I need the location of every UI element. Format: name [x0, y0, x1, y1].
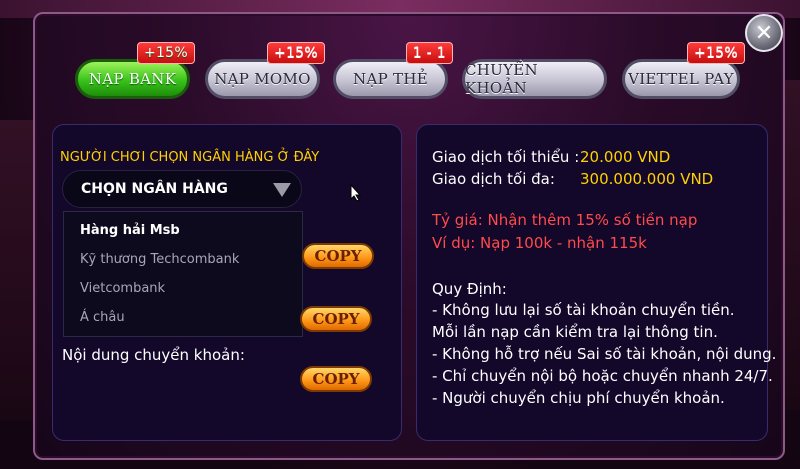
min-transaction-value: 20.000 VND	[580, 148, 671, 166]
mouse-cursor-icon	[350, 184, 362, 202]
tab-nap-bank[interactable]: NẠP BANK +15%	[75, 42, 195, 99]
choose-bank-label: NGƯỜI CHƠI CHỌN NGÂN HÀNG Ở ĐÂY	[60, 150, 320, 165]
bonus-badge: 1 - 1	[405, 42, 453, 64]
tab-nap-momo[interactable]: NẠP MOMO +15%	[205, 42, 325, 99]
dropdown-option-vietcombank[interactable]: Vietcombank	[80, 281, 165, 296]
copy-account-name-button[interactable]: COPY	[300, 306, 372, 332]
max-transaction-value: 300.000.000 VND	[580, 170, 714, 188]
bonus-badge: +15%	[686, 42, 745, 64]
tab-label: NẠP MOMO	[214, 70, 311, 88]
bonus-badge: +15%	[136, 42, 195, 64]
tab-label: CHUYỂN KHOẢN	[465, 61, 538, 97]
copy-label: COPY	[312, 370, 360, 388]
rules-title: Quy Định:	[432, 280, 507, 298]
dropdown-option-a-chau[interactable]: Á châu	[80, 310, 125, 325]
tab-label: NẠP BANK	[88, 70, 177, 88]
close-button[interactable]: ✕	[745, 14, 783, 52]
rule-line: - Người chuyển chịu phí chuyển khoản.	[432, 389, 725, 407]
min-transaction-label: Giao dịch tối thiểu :	[432, 148, 580, 166]
copy-transfer-content-button[interactable]: COPY	[300, 366, 372, 392]
copy-label: COPY	[312, 310, 360, 328]
max-transaction-label: Giao dịch tối đa:	[432, 170, 555, 188]
dropdown-option-techcombank[interactable]: Kỹ thương Techcombank	[80, 252, 239, 267]
rule-line: - Không hỗ trợ nếu Sai số tài khoản, nội…	[432, 345, 777, 363]
tab-nap-the[interactable]: NẠP THẺ 1 - 1	[333, 42, 453, 99]
tab-label: VIETTEL PAY	[628, 70, 734, 88]
background-left-edge	[0, 120, 34, 420]
copy-label: COPY	[314, 247, 362, 265]
dropdown-option-msb[interactable]: Hàng hải Msb	[80, 223, 180, 238]
chevron-down-icon	[273, 183, 291, 197]
transfer-content-label: Nội dung chuyển khoản:	[62, 346, 245, 364]
tab-label: NẠP THẺ	[353, 70, 428, 88]
rule-line: Mỗi lần nạp cần kiểm tra lại thông tin.	[432, 323, 718, 341]
tab-viettel-pay[interactable]: VIETTEL PAY +15%	[622, 42, 745, 99]
rule-line: - Chỉ chuyển nội bộ hoặc chuyển nhanh 24…	[432, 367, 773, 385]
copy-account-number-button[interactable]: COPY	[302, 243, 374, 269]
close-icon: ✕	[754, 20, 774, 46]
bank-select[interactable]: CHỌN NGÂN HÀNG	[62, 170, 302, 208]
exchange-rate-text: Tỷ giá: Nhận thêm 15% số tiền nạp	[432, 211, 698, 229]
bank-select-value: CHỌN NGÂN HÀNG	[81, 181, 228, 197]
bank-dropdown-list: Hàng hải Msb Kỹ thương Techcombank Vietc…	[63, 211, 303, 337]
example-text: Ví dụ: Nạp 100k - nhận 115k	[432, 234, 647, 252]
tab-chuyen-khoan[interactable]: CHUYỂN KHOẢN	[462, 59, 607, 99]
bonus-badge: +15%	[266, 42, 325, 64]
rule-line: - Không lưu lại số tài khoản chuyển tiền…	[432, 301, 735, 319]
